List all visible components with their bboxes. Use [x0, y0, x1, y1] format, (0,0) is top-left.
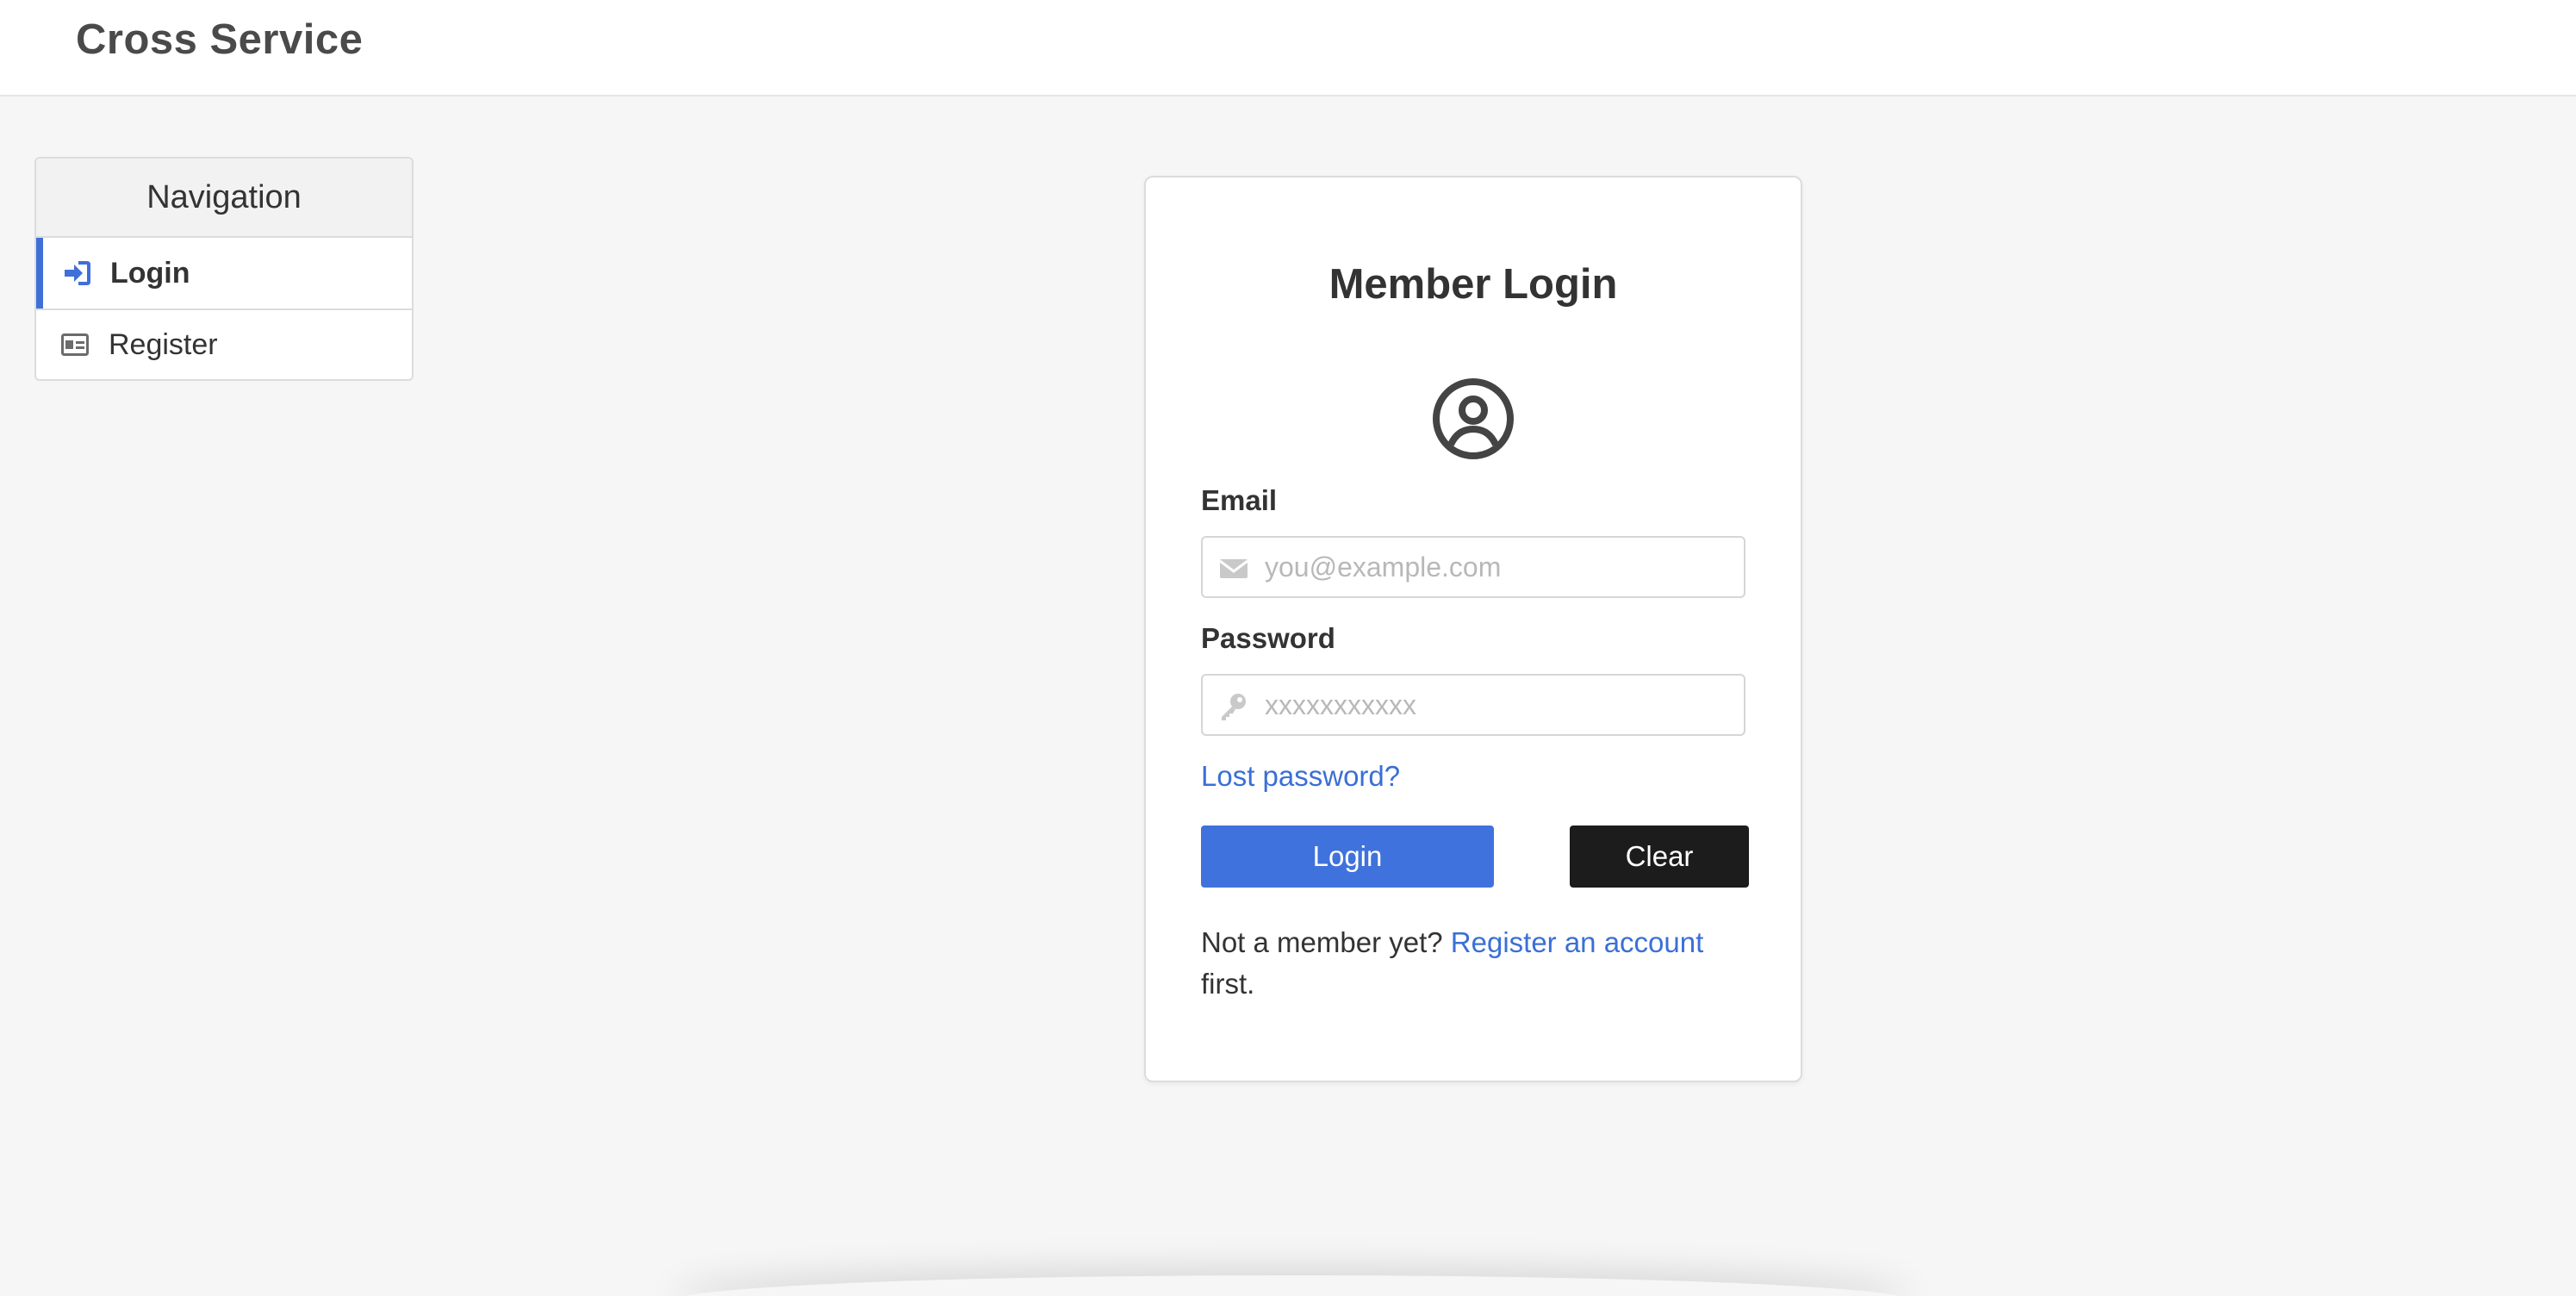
register-prompt-suffix: first.: [1201, 968, 1255, 1000]
register-prompt-prefix: Not a member yet?: [1201, 926, 1451, 958]
clear-button[interactable]: Clear: [1570, 826, 1749, 888]
login-card: Member Login Email Password: [1144, 176, 1802, 1082]
navigation-heading: Navigation: [36, 159, 412, 238]
sign-in-icon: [62, 259, 91, 288]
app-root: Cross Service Navigation Login Register …: [0, 0, 2576, 1296]
login-button[interactable]: Login: [1201, 826, 1494, 888]
sidebar-item-register[interactable]: Register: [36, 308, 412, 379]
page-title: Member Login: [1328, 261, 1618, 308]
bottom-shadow: [672, 1275, 1913, 1296]
email-field[interactable]: [1201, 536, 1745, 598]
lost-password-link[interactable]: Lost password?: [1201, 760, 1400, 793]
email-label: Email: [1201, 484, 1278, 516]
id-card-icon: [60, 330, 90, 359]
sidebar-item-login[interactable]: Login: [36, 238, 412, 308]
sidebar-item-label: Login: [110, 256, 190, 290]
user-circle-icon: [1432, 377, 1515, 460]
sidebar-item-label: Register: [109, 327, 218, 361]
top-bar: Cross Service: [0, 0, 2576, 97]
register-prompt: Not a member yet? Register an account fi…: [1201, 922, 1752, 1005]
password-input[interactable]: [1265, 676, 1737, 734]
key-icon: [1218, 691, 1249, 722]
register-account-link[interactable]: Register an account: [1451, 926, 1704, 958]
password-field[interactable]: [1201, 674, 1745, 736]
sidebar-navigation: Navigation Login Register: [34, 157, 414, 381]
email-input[interactable]: [1265, 538, 1737, 596]
brand-title[interactable]: Cross Service: [76, 16, 363, 64]
password-label: Password: [1201, 622, 1335, 654]
envelope-icon: [1218, 553, 1249, 584]
